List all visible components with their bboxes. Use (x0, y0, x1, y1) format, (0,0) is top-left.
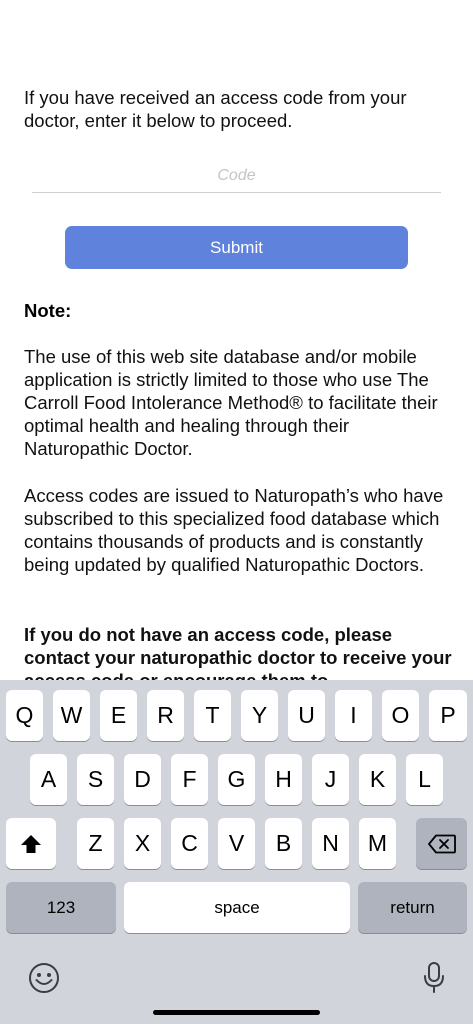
key-l[interactable]: L (406, 754, 443, 805)
note-title: Note: (24, 300, 72, 321)
key-h[interactable]: H (265, 754, 302, 805)
key-m[interactable]: M (359, 818, 396, 869)
note-paragraph-usage: The use of this web site database and/or… (24, 346, 438, 459)
microphone-icon (423, 962, 445, 994)
backspace-icon (427, 834, 456, 854)
intro-text: If you have received an access code from… (24, 87, 407, 131)
home-indicator[interactable] (153, 1010, 320, 1015)
emoji-key[interactable] (26, 960, 62, 996)
key-z[interactable]: Z (77, 818, 114, 869)
key-s[interactable]: S (77, 754, 114, 805)
key-x[interactable]: X (124, 818, 161, 869)
on-screen-keyboard: Q W E R T Y U I O P A S D F G H J K L Z … (0, 680, 473, 1024)
key-v[interactable]: V (218, 818, 255, 869)
key-j[interactable]: J (312, 754, 349, 805)
note-paragraph-no-code: If you do not have an access code, pleas… (24, 624, 452, 680)
access-code-screen: If you have received an access code from… (0, 0, 473, 680)
key-p[interactable]: P (429, 690, 467, 741)
key-g[interactable]: G (218, 754, 255, 805)
numbers-key[interactable]: 123 (6, 882, 116, 933)
submit-button[interactable]: Submit (65, 226, 408, 269)
key-y[interactable]: Y (241, 690, 278, 741)
shift-key[interactable] (6, 818, 56, 869)
key-f[interactable]: F (171, 754, 208, 805)
return-key[interactable]: return (358, 882, 467, 933)
shift-icon (20, 834, 42, 854)
key-b[interactable]: B (265, 818, 302, 869)
access-code-input[interactable] (32, 160, 441, 193)
key-w[interactable]: W (53, 690, 90, 741)
key-c[interactable]: C (171, 818, 208, 869)
key-u[interactable]: U (288, 690, 325, 741)
note-paragraph-access-codes: Access codes are issued to Naturopath’s … (24, 485, 444, 575)
key-i[interactable]: I (335, 690, 372, 741)
delete-key[interactable] (416, 818, 467, 869)
key-r[interactable]: R (147, 690, 184, 741)
key-e[interactable]: E (100, 690, 137, 741)
emoji-icon (28, 962, 60, 994)
key-o[interactable]: O (382, 690, 419, 741)
key-k[interactable]: K (359, 754, 396, 805)
key-q[interactable]: Q (6, 690, 43, 741)
key-a[interactable]: A (30, 754, 67, 805)
dictation-key[interactable] (418, 960, 450, 996)
key-t[interactable]: T (194, 690, 231, 741)
space-key[interactable]: space (124, 882, 350, 933)
key-n[interactable]: N (312, 818, 349, 869)
key-d[interactable]: D (124, 754, 161, 805)
